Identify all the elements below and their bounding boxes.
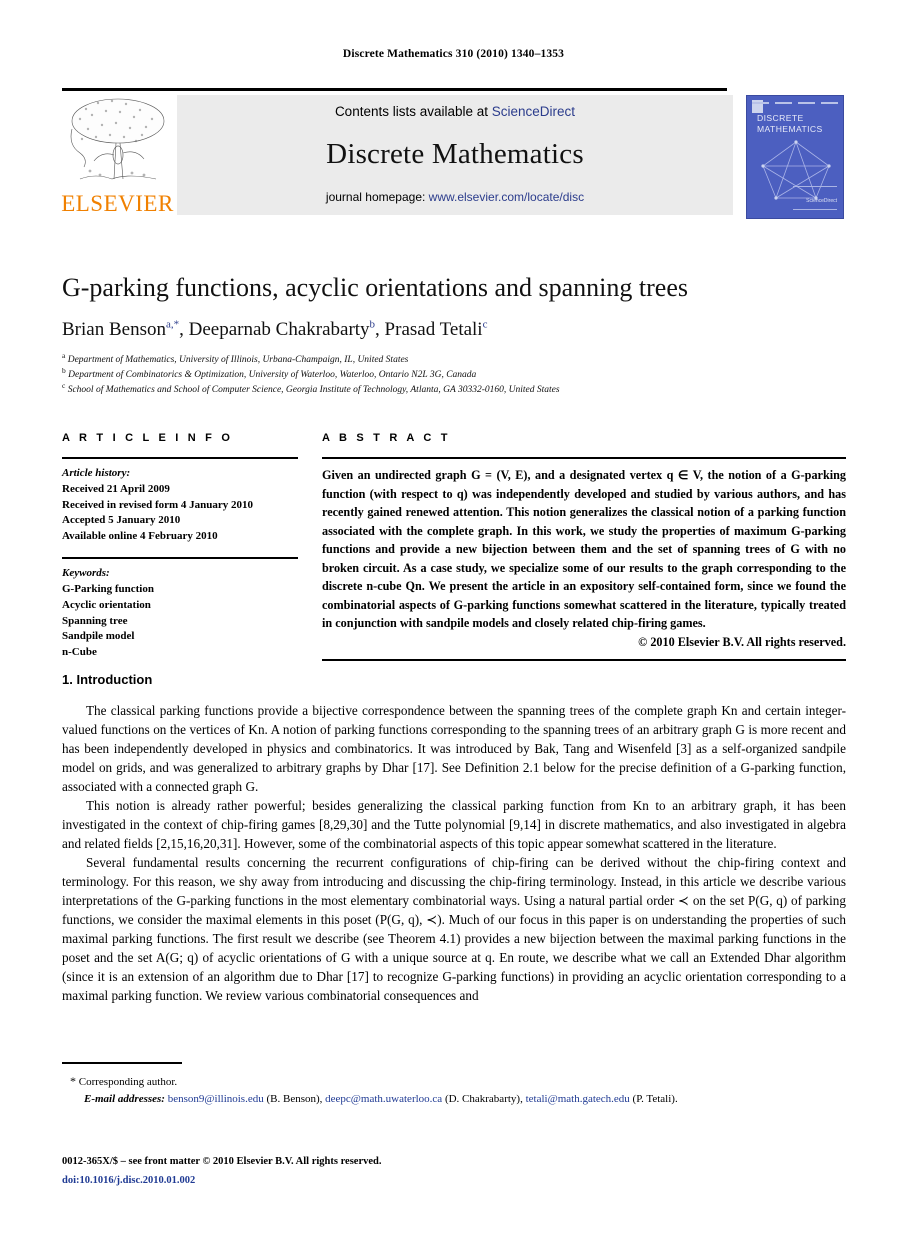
author-name: Deeparnab Chakrabarty	[188, 318, 370, 340]
article-history-item: Accepted 5 January 2010	[62, 514, 181, 527]
title-block: G-parking functions, acyclic orientation…	[62, 273, 846, 399]
abstract-copyright: © 2010 Elsevier B.V. All rights reserved…	[638, 634, 846, 649]
elsevier-tree-icon	[70, 98, 164, 180]
doi-link[interactable]: doi:10.1016/j.disc.2010.01.002	[62, 1175, 195, 1186]
keyword-item: n-Cube	[62, 646, 97, 659]
abstract-column: A B S T R A C T Given an undirected grap…	[322, 432, 846, 661]
article-info-and-abstract: A R T I C L E I N F O Article history: R…	[62, 432, 846, 661]
keywords-rule	[62, 557, 298, 560]
email-label: E-mail addresses:	[84, 1092, 165, 1105]
author-list: Brian Bensona,*, Deeparnab Chakrabartyb,…	[62, 318, 488, 340]
affiliation: c School of Mathematics and School of Co…	[62, 381, 560, 396]
journal-cover-wrap: DISCRETE MATHEMATICS ScienceDirect	[746, 95, 846, 219]
article-history-item: Received in revised form 4 January 2010	[62, 498, 254, 511]
footnote-block: * Corresponding author. E-mail addresses…	[62, 1062, 846, 1107]
abstract-label: A B S T R A C T	[322, 432, 451, 444]
journal-masthead: ELSEVIER Contents lists available at Sci…	[61, 88, 846, 219]
body-paragraph: The classical parking functions provide …	[62, 703, 846, 794]
email-link[interactable]: benson9@illinois.edu	[168, 1093, 264, 1105]
section-title-text: Introduction	[76, 672, 153, 687]
sciencedirect-link[interactable]: ScienceDirect	[492, 104, 575, 119]
journal-band: Contents lists available at ScienceDirec…	[177, 95, 733, 215]
footnote-rule	[62, 1062, 182, 1064]
abstract-bottom-rule	[322, 658, 846, 661]
author-marks: c	[482, 318, 488, 331]
article-info-column: A R T I C L E I N F O Article history: R…	[62, 432, 298, 661]
email-owner: (D. Chakrabarty)	[444, 1092, 521, 1105]
front-matter-line: 0012-365X/$ – see front matter © 2010 El…	[62, 1156, 382, 1167]
corresponding-author-note: * Corresponding author.	[62, 1072, 846, 1091]
elsevier-logo: ELSEVIER	[61, 95, 177, 216]
homepage-prefix: journal homepage:	[325, 190, 429, 204]
masthead-top-rule	[62, 88, 727, 91]
article-info-label: A R T I C L E I N F O	[62, 432, 234, 444]
keyword-item: G-Parking function	[62, 582, 154, 595]
journal-homepage-link[interactable]: www.elsevier.com/locate/disc	[429, 190, 584, 204]
asterisk-icon: *	[70, 1074, 76, 1088]
abstract-text: Given an undirected graph G = (V, E), an…	[322, 468, 846, 631]
journal-title: Discrete Mathematics	[326, 138, 584, 170]
elsevier-wordmark: ELSEVIER	[61, 191, 174, 216]
cover-top-rules	[752, 101, 838, 106]
article-info-rule	[62, 457, 298, 459]
section-heading: 1. Introduction	[62, 672, 846, 687]
article-history-heading: Article history:	[62, 467, 131, 479]
abstract-rule	[322, 457, 846, 459]
email-owner: (P. Tetali)	[632, 1092, 675, 1105]
page-title: G-parking functions, acyclic orientation…	[62, 273, 688, 302]
keywords-heading: Keywords:	[62, 567, 110, 580]
journal-cover-image: DISCRETE MATHEMATICS ScienceDirect	[746, 95, 844, 219]
author-name: Prasad Tetali	[384, 318, 483, 340]
keyword-item: Sandpile model	[62, 630, 135, 643]
email-link[interactable]: tetali@math.gatech.edu	[526, 1093, 630, 1105]
author-marks: a,*	[165, 318, 180, 331]
email-owner: (B. Benson)	[266, 1092, 320, 1105]
journal-homepage-line: journal homepage: www.elsevier.com/locat…	[326, 190, 584, 204]
affiliation: b Department of Combinatorics & Optimiza…	[62, 365, 477, 380]
keyword-item: Acyclic orientation	[62, 598, 151, 611]
paper-page: Discrete Mathematics 310 (2010) 1340–135…	[0, 0, 907, 1238]
email-addresses-note: E-mail addresses: benson9@illinois.edu (…	[84, 1092, 678, 1105]
article-history-item: Available online 4 February 2010	[62, 530, 218, 543]
cover-journal-title: DISCRETE MATHEMATICS	[757, 113, 823, 134]
contents-prefix: Contents lists available at	[334, 104, 492, 119]
running-head: Discrete Mathematics 310 (2010) 1340–135…	[342, 48, 565, 60]
body-paragraph: Several fundamental results concerning t…	[62, 855, 846, 1003]
email-link[interactable]: deepc@math.uwaterloo.ca	[325, 1093, 442, 1105]
section-number: 1.	[62, 672, 73, 687]
affiliation: a Department of Mathematics, University …	[62, 350, 409, 365]
imprint-block: 0012-365X/$ – see front matter © 2010 El…	[62, 1154, 846, 1190]
cover-sciencedirect-badge: ScienceDirect	[793, 184, 837, 212]
article-history-item: Received 21 April 2009	[62, 482, 170, 495]
body-paragraph: This notion is already rather powerful; …	[62, 798, 846, 851]
author-name: Brian Benson	[62, 318, 166, 340]
article-body: 1. Introduction The classical parking fu…	[62, 672, 846, 1005]
corresponding-author-text: Corresponding author.	[78, 1076, 178, 1088]
contents-list-line: Contents lists available at ScienceDirec…	[335, 104, 575, 119]
keyword-item: Spanning tree	[62, 614, 128, 627]
